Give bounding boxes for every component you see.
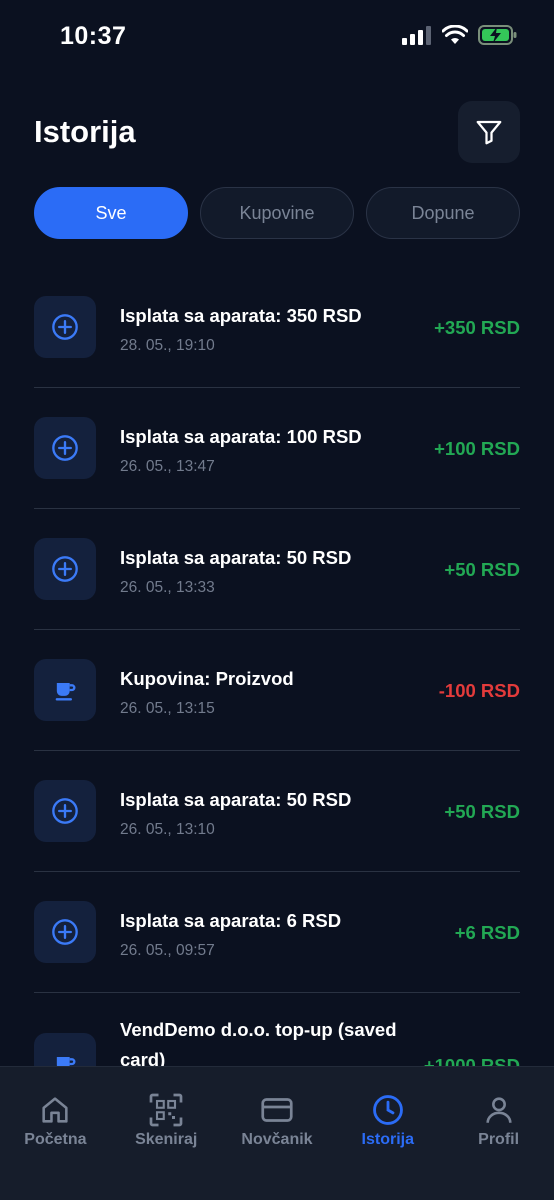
nav-label: Profil	[478, 1131, 520, 1148]
status-icons	[402, 24, 518, 46]
transaction-list: Isplata sa aparata: 350 RSD 28. 05., 19:…	[34, 267, 520, 1114]
nav-label: Početna	[24, 1131, 87, 1148]
transaction-item[interactable]: Isplata sa aparata: 100 RSD 26. 05., 13:…	[34, 388, 520, 509]
wifi-icon	[442, 25, 468, 44]
filter-icon	[476, 120, 502, 145]
transaction-title: Isplata sa aparata: 6 RSD	[120, 910, 342, 931]
transaction-item[interactable]: Isplata sa aparata: 50 RSD 26. 05., 13:1…	[34, 751, 520, 872]
transaction-title: Isplata sa aparata: 50 RSD	[120, 789, 352, 810]
tab-all[interactable]: Sve	[34, 187, 188, 239]
nav-item-profile[interactable]: Profil	[443, 1067, 554, 1200]
status-time: 10:37	[60, 22, 127, 50]
transaction-title: Kupovina: Proizvod	[120, 668, 294, 689]
transaction-title: Isplata sa aparata: 350 RSD	[120, 305, 362, 326]
transaction-date: 26. 05., 13:33	[120, 579, 215, 596]
nav-label: Skeniraj	[135, 1131, 198, 1148]
transaction-amount: -100 RSD	[438, 680, 520, 701]
plus-circle-icon	[34, 901, 96, 963]
transaction-amount: +6 RSD	[454, 922, 520, 943]
transaction-date: 26. 05., 09:57	[120, 942, 215, 959]
nav-label: Istorija	[361, 1131, 415, 1148]
nav-item-history[interactable]: Istorija	[332, 1067, 443, 1200]
nav-item-home[interactable]: Početna	[0, 1067, 111, 1200]
transaction-item[interactable]: Isplata sa aparata: 6 RSD 26. 05., 09:57…	[34, 872, 520, 993]
tab-purchases[interactable]: Kupovine	[200, 187, 354, 239]
transaction-date: 26. 05., 13:10	[120, 821, 215, 838]
plus-circle-icon	[34, 296, 96, 358]
tab-topups[interactable]: Dopune	[366, 187, 520, 239]
filter-tabs: Sve Kupovine Dopune	[34, 187, 520, 239]
home-icon	[37, 1092, 73, 1128]
status-bar: 10:37	[0, 0, 554, 72]
user-icon	[481, 1092, 517, 1128]
nav-item-scan[interactable]: Skeniraj	[111, 1067, 222, 1200]
transaction-item[interactable]: Isplata sa aparata: 50 RSD 26. 05., 13:3…	[34, 509, 520, 630]
transaction-amount: +100 RSD	[434, 438, 520, 459]
plus-circle-icon	[34, 417, 96, 479]
nav-label: Novčanik	[241, 1131, 313, 1148]
transaction-amount: +50 RSD	[444, 559, 520, 580]
filter-button[interactable]	[458, 101, 520, 163]
transaction-date: 26. 05., 13:47	[120, 458, 215, 475]
plus-circle-icon	[34, 538, 96, 600]
transaction-title: Isplata sa aparata: 50 RSD	[120, 547, 352, 568]
nav-item-wallet[interactable]: Novčanik	[222, 1067, 333, 1200]
qr-code-icon	[148, 1092, 184, 1128]
bottom-nav: Početna Skeniraj Novčanik Istorija Profi…	[0, 1066, 554, 1200]
plus-circle-icon	[34, 780, 96, 842]
page-title: Istorija	[34, 114, 136, 149]
transaction-date: 28. 05., 19:10	[120, 337, 215, 354]
cellular-signal-icon	[402, 26, 431, 45]
coffee-cup-icon	[34, 659, 96, 721]
clock-icon	[370, 1092, 406, 1128]
transaction-date: 26. 05., 13:15	[120, 700, 215, 717]
battery-charging-icon	[478, 25, 517, 45]
history-screen: 10:37 Istorija Sve Kupovine Dopune Ispla…	[0, 0, 554, 1200]
wallet-card-icon	[259, 1092, 295, 1128]
transaction-item[interactable]: Kupovina: Proizvod 26. 05., 13:15 -100 R…	[34, 630, 520, 751]
transaction-item[interactable]: Isplata sa aparata: 350 RSD 28. 05., 19:…	[34, 267, 520, 388]
transaction-title: Isplata sa aparata: 100 RSD	[120, 426, 362, 447]
transaction-amount: +50 RSD	[444, 801, 520, 822]
transaction-amount: +350 RSD	[434, 317, 520, 338]
